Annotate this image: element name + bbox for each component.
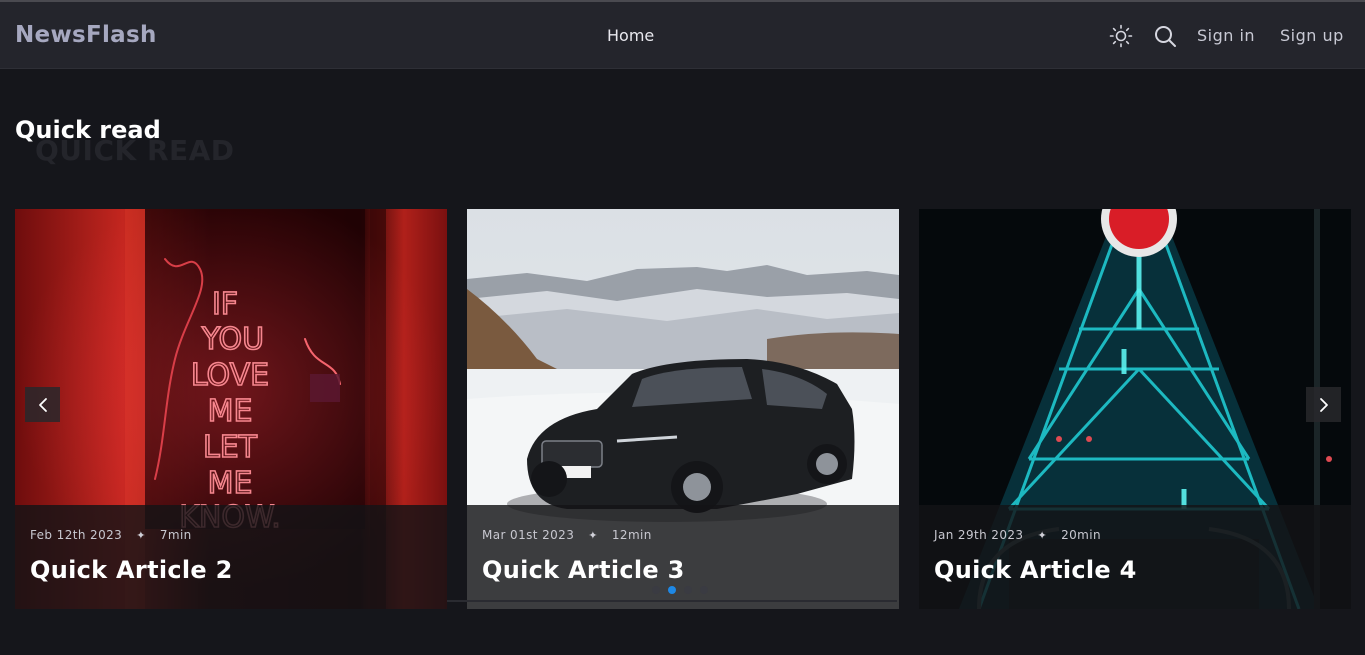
svg-text:ME: ME	[208, 466, 253, 501]
carousel-next-button[interactable]	[1306, 387, 1341, 422]
sign-in-link[interactable]: Sign in	[1197, 26, 1255, 45]
sparkle-icon: ✦	[136, 529, 146, 542]
carousel-dot[interactable]	[700, 586, 708, 594]
svg-text:YOU: YOU	[201, 322, 264, 357]
carousel-dot[interactable]	[684, 586, 692, 594]
sparkle-icon: ✦	[588, 529, 598, 542]
article-meta: Jan 29th 2023 ✦ 20min	[934, 528, 1101, 542]
nav-home-link[interactable]: Home	[607, 26, 654, 45]
article-title[interactable]: Quick Article 2	[30, 556, 233, 584]
article-title[interactable]: Quick Article 4	[934, 556, 1137, 584]
section-title: Quick read	[15, 116, 161, 144]
article-read-time: 12min	[611, 528, 652, 542]
chevron-right-icon	[1319, 397, 1328, 412]
svg-text:ME: ME	[208, 394, 253, 429]
sign-up-link[interactable]: Sign up	[1280, 26, 1344, 45]
article-meta: Feb 12th 2023 ✦ 7min	[30, 528, 192, 542]
article-card[interactable]: Mar 01st 2023 ✦ 12min Quick Article 3	[467, 209, 899, 609]
sun-icon[interactable]	[1109, 24, 1133, 48]
article-date: Jan 29th 2023	[934, 528, 1024, 542]
carousel-prev-button[interactable]	[25, 387, 60, 422]
article-read-time: 7min	[159, 528, 192, 542]
svg-text:LOVE: LOVE	[191, 358, 269, 393]
article-date: Mar 01st 2023	[482, 528, 575, 542]
brand-logo[interactable]: NewsFlash	[15, 22, 157, 48]
article-read-time: 20min	[1061, 528, 1101, 542]
search-icon[interactable]	[1153, 24, 1177, 48]
article-title[interactable]: Quick Article 3	[482, 556, 685, 584]
article-date: Feb 12th 2023	[30, 528, 123, 542]
carousel-dot-active[interactable]	[668, 586, 676, 594]
svg-text:IF: IF	[212, 287, 238, 322]
sparkle-icon: ✦	[1037, 529, 1048, 542]
article-card[interactable]: Jan 29th 2023 ✦ 20min Quick Article 4	[919, 209, 1351, 609]
chevron-left-icon	[38, 397, 47, 412]
article-card[interactable]: IF YOU LOVE ME LET ME KNOW. Feb 12th 202…	[15, 209, 447, 609]
carousel-dot[interactable]	[652, 586, 660, 594]
carousel-track-line	[447, 600, 897, 602]
carousel-indicators	[652, 586, 708, 594]
navbar: NewsFlash Home Sign in Sign up	[0, 2, 1365, 69]
article-meta: Mar 01st 2023 ✦ 12min	[482, 528, 652, 542]
svg-text:LET: LET	[203, 430, 258, 465]
